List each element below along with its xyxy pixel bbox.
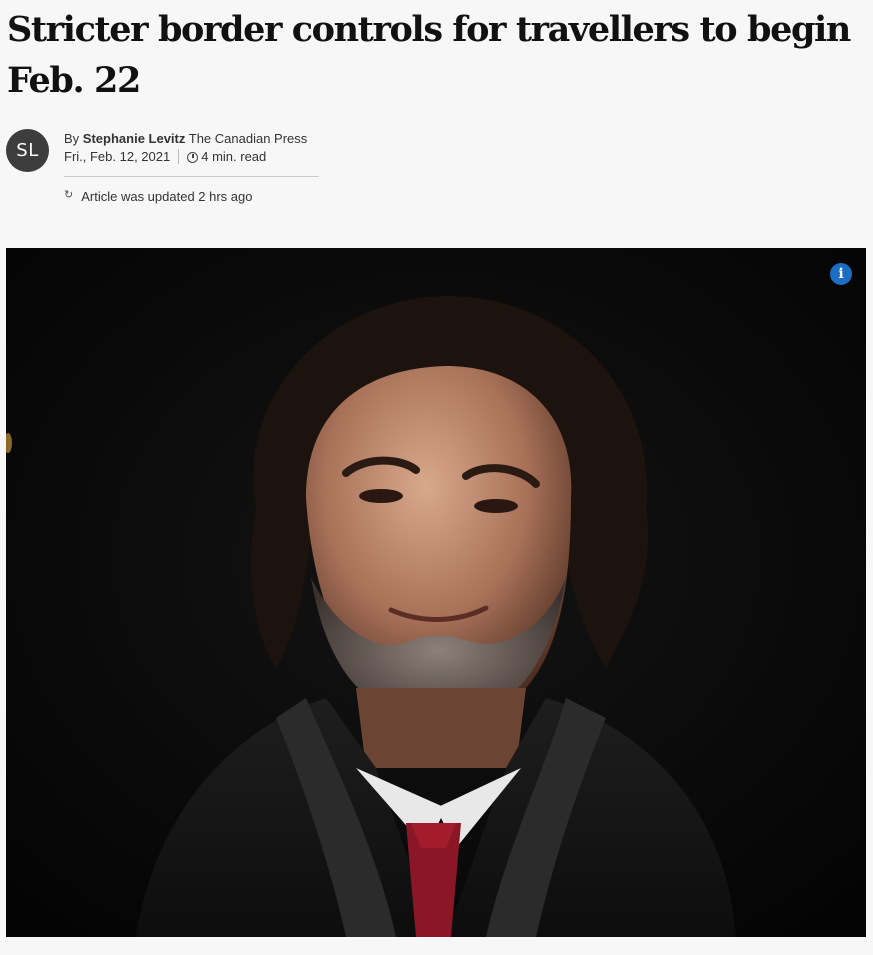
byline-divider — [64, 176, 319, 177]
portrait-illustration — [6, 248, 866, 937]
article-headline: Stricter border controls for travellers … — [7, 9, 851, 101]
author-outlet: The Canadian Press — [188, 131, 308, 146]
read-time: 4 min. read — [201, 149, 267, 164]
article-meta: Fri., Feb. 12, 2021 4 min. read — [64, 149, 266, 164]
article-updated: ↻ Article was updated 2 hrs ago — [64, 189, 253, 204]
author-avatar[interactable]: SL — [6, 129, 49, 172]
clock-icon — [187, 151, 199, 163]
updated-text: Article was updated 2 hrs ago — [81, 189, 253, 204]
byline-prefix: By — [64, 131, 80, 146]
article-photo — [6, 248, 866, 937]
author-initials: SL — [16, 140, 39, 161]
meta-divider — [178, 149, 180, 164]
image-info-button[interactable]: i — [830, 263, 852, 285]
byline: By Stephanie Levitz The Canadian Press — [64, 131, 307, 146]
info-icon: i — [838, 266, 844, 282]
author-name-link[interactable]: Stephanie Levitz — [83, 131, 186, 146]
publish-date: Fri., Feb. 12, 2021 — [64, 149, 171, 164]
refresh-icon: ↻ — [64, 189, 74, 201]
